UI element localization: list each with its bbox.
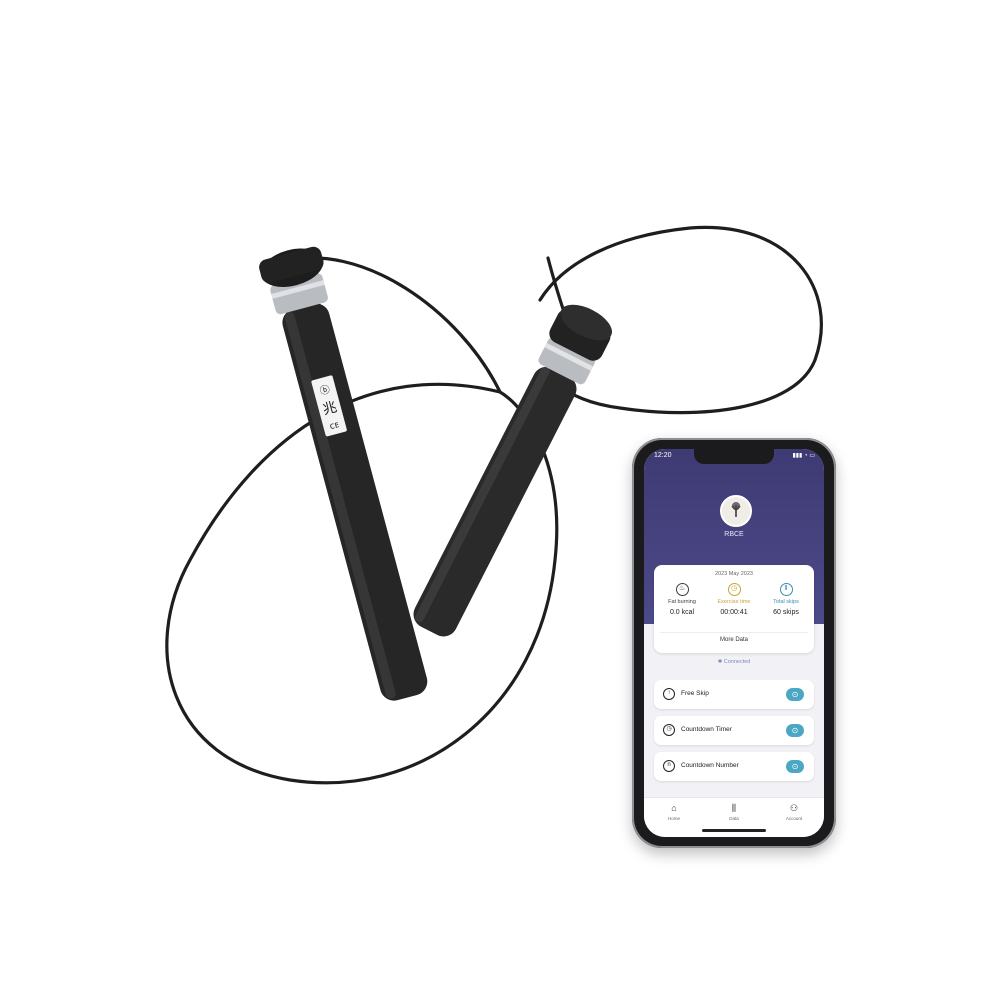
stat-exercise-time: ◷ Exercise time 00:00:41 <box>708 583 760 616</box>
clock-icon: ◷ <box>727 583 741 596</box>
phone-notch <box>694 449 774 464</box>
bluetooth-status: ✱ Connected <box>717 659 751 665</box>
app-screen: 12:20 ▮▮▮ ◔ ▭ RBCE 2023 May 2023 ♨ Fat b… <box>644 449 824 837</box>
stat-value: 0.0 kcal <box>669 609 695 616</box>
status-icons: ▮▮▮ ◔ ▭ <box>792 453 815 459</box>
timer-icon: ◷ <box>663 724 675 736</box>
smartphone: 12:20 ▮▮▮ ◔ ▭ RBCE 2023 May 2023 ♨ Fat b… <box>632 438 836 848</box>
tab-label: Home <box>667 816 680 821</box>
stats-card: 2023 May 2023 ♨ Fat burning 0.0 kcal ◷ E… <box>654 565 814 653</box>
mode-label: Countdown Number <box>681 762 739 769</box>
account-icon: ⚇ <box>789 803 799 813</box>
tab-label: Data <box>729 816 739 821</box>
go-icon[interactable]: ⊙ <box>786 760 804 773</box>
product-photo: ⓑ 兆 ᴄᴇ <box>165 225 823 785</box>
right-handle <box>413 304 612 637</box>
mode-countdown-timer[interactable]: ◷ Countdown Timer ⊙ <box>654 716 814 745</box>
tab-home[interactable]: ⌂ Home <box>654 803 694 821</box>
left-handle <box>259 246 428 701</box>
data-icon: ⫼ <box>731 803 737 813</box>
record-date: 2023 May 2023 <box>715 571 753 577</box>
avatar-image <box>722 497 750 525</box>
mode-label: Countdown Timer <box>681 726 732 733</box>
mode-countdown-number[interactable]: n Countdown Number ⊙ <box>654 752 814 781</box>
stat-label: Exercise time <box>717 599 751 605</box>
more-data-button[interactable]: More Data <box>660 632 808 648</box>
flame-icon: ♨ <box>675 583 689 596</box>
stat-label: Total skips <box>773 599 799 605</box>
tab-data[interactable]: ⫼ Data <box>714 803 754 821</box>
mode-label: Free Skip <box>681 690 709 697</box>
stat-value: 00:00:41 <box>720 609 748 616</box>
go-icon[interactable]: ⊙ <box>786 724 804 737</box>
home-indicator <box>702 829 766 832</box>
status-time: 12:20 <box>654 452 672 459</box>
skip-icon: Ⅱ <box>779 583 793 596</box>
tab-account[interactable]: ⚇ Account <box>774 803 814 821</box>
stat-fat-burning: ♨ Fat burning 0.0 kcal <box>656 583 708 616</box>
avatar[interactable] <box>720 495 752 527</box>
number-icon: n <box>663 760 675 772</box>
mode-free-skip[interactable]: ↑ Free Skip ⊙ <box>654 680 814 709</box>
username: RBCE <box>724 531 744 538</box>
free-skip-icon: ↑ <box>663 688 675 700</box>
tab-label: Account <box>785 816 803 821</box>
home-icon: ⌂ <box>671 803 677 813</box>
stat-label: Fat burning <box>668 599 696 605</box>
go-icon[interactable]: ⊙ <box>786 688 804 701</box>
stat-total-skips: Ⅱ Total skips 60 skips <box>760 583 812 616</box>
stat-value: 60 skips <box>773 609 799 616</box>
